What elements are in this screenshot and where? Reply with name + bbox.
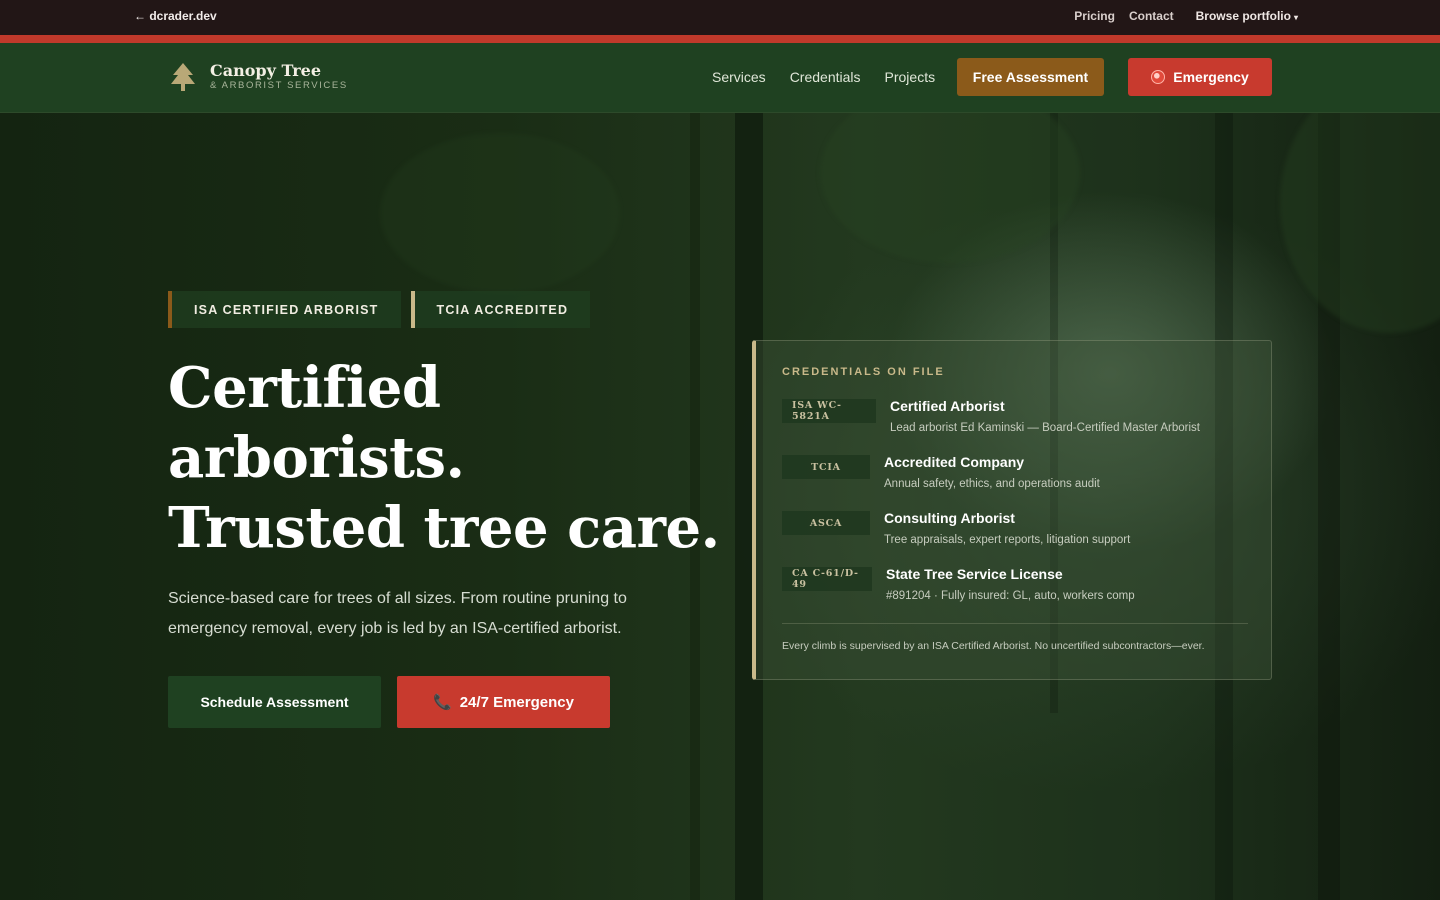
hero-subtext: Science-based care for trees of all size… <box>168 590 627 637</box>
credential-text: Certified Arborist Lead arborist Ed Kami… <box>890 397 1200 435</box>
credential-title: Accredited Company <box>884 454 1025 470</box>
credentials-footnote: Every climb is supervised by an ISA Cert… <box>782 640 1205 652</box>
credential-item: TCIA Accredited Company Annual safety, e… <box>782 453 1100 491</box>
credential-title: Certified Arborist <box>890 398 1005 414</box>
nav-links: Services Credentials Projects <box>712 69 935 85</box>
emergency-label: Emergency <box>1173 69 1249 85</box>
nav-link-services[interactable]: Services <box>712 69 766 85</box>
emergency-button[interactable]: Emergency <box>1128 58 1272 96</box>
credentials-panel: CREDENTIALS ON FILE ISA WC-5821A Certifi… <box>752 340 1272 680</box>
brand-name: Canopy Tree <box>210 61 321 80</box>
main-nav: Canopy Tree & ARBORIST SERVICES Services… <box>0 43 1440 113</box>
credential-code: ISA WC-5821A <box>782 399 876 423</box>
credential-item: CA C-61/D-49 State Tree Service License … <box>782 565 1135 603</box>
credentials-heading: CREDENTIALS ON FILE <box>782 366 945 378</box>
credential-text: Consulting Arborist Tree appraisals, exp… <box>884 509 1130 547</box>
credential-text: State Tree Service License #891204 · Ful… <box>886 565 1135 603</box>
siren-icon <box>1151 70 1166 84</box>
background-foliage <box>820 113 1080 263</box>
brand-tagline: & ARBORIST SERVICES <box>210 80 348 91</box>
emergency-247-button[interactable]: 📞 24/7 Emergency <box>397 676 610 728</box>
badge-tcia: TCIA ACCREDITED <box>410 291 591 328</box>
brand-logo[interactable]: Canopy Tree & ARBORIST SERVICES <box>170 61 348 93</box>
contact-link[interactable]: Contact <box>1129 9 1174 23</box>
background-foliage <box>1280 113 1440 333</box>
credential-item: ISA WC-5821A Certified Arborist Lead arb… <box>782 397 1200 435</box>
back-link[interactable]: ← dcrader.dev <box>134 9 217 23</box>
credential-item: ASCA Consulting Arborist Tree appraisals… <box>782 509 1130 547</box>
credential-title: State Tree Service License <box>886 566 1063 582</box>
credential-title: Consulting Arborist <box>884 510 1015 526</box>
credential-code: CA C-61/D-49 <box>782 567 872 591</box>
nav-link-projects[interactable]: Projects <box>885 69 936 85</box>
headline-line: Certified <box>168 355 441 421</box>
credential-code: TCIA <box>782 455 870 479</box>
background-foliage <box>380 133 620 293</box>
hero-section: ISA CERTIFIED ARBORIST TCIA ACCREDITED C… <box>0 113 1440 900</box>
credential-code: ASCA <box>782 511 870 535</box>
brand-wordmark: Canopy Tree & ARBORIST SERVICES <box>210 62 348 92</box>
credential-desc: #891204 · Fully insured: GL, auto, worke… <box>886 590 1135 602</box>
phone-icon: 📞 <box>433 694 452 711</box>
pine-tree-icon <box>171 63 195 91</box>
certification-badges: ISA CERTIFIED ARBORIST TCIA ACCREDITED <box>168 291 591 328</box>
nav-link-credentials[interactable]: Credentials <box>790 69 861 85</box>
headline-line: Trusted tree care. <box>168 495 720 561</box>
divider <box>782 623 1248 624</box>
browse-portfolio-label: Browse portfolio <box>1195 9 1291 23</box>
chevron-down-icon: ▾ <box>1293 13 1298 22</box>
emergency-247-label: 24/7 Emergency <box>459 693 574 711</box>
browse-portfolio-menu[interactable]: Browse portfolio ▾ <box>1196 9 1298 23</box>
hero-headline: Certified arborists. Trusted tree care. <box>168 353 720 563</box>
pricing-link[interactable]: Pricing <box>1074 9 1115 23</box>
credential-desc: Tree appraisals, expert reports, litigat… <box>884 534 1131 546</box>
headline-line: arborists. <box>168 425 465 491</box>
utility-links: Pricing Contact Browse portfolio ▾ <box>1074 9 1298 23</box>
utility-bar: ← dcrader.dev Pricing Contact Browse por… <box>0 0 1440 35</box>
accent-stripe <box>0 35 1440 43</box>
schedule-assessment-button[interactable]: Schedule Assessment <box>168 676 381 728</box>
badge-isa: ISA CERTIFIED ARBORIST <box>168 291 401 328</box>
credential-desc: Lead arborist Ed Kaminski — Board-Certif… <box>890 422 1200 434</box>
credential-text: Accredited Company Annual safety, ethics… <box>884 453 1100 491</box>
free-assessment-button[interactable]: Free Assessment <box>957 58 1104 96</box>
credential-desc: Annual safety, ethics, and operations au… <box>884 478 1100 490</box>
